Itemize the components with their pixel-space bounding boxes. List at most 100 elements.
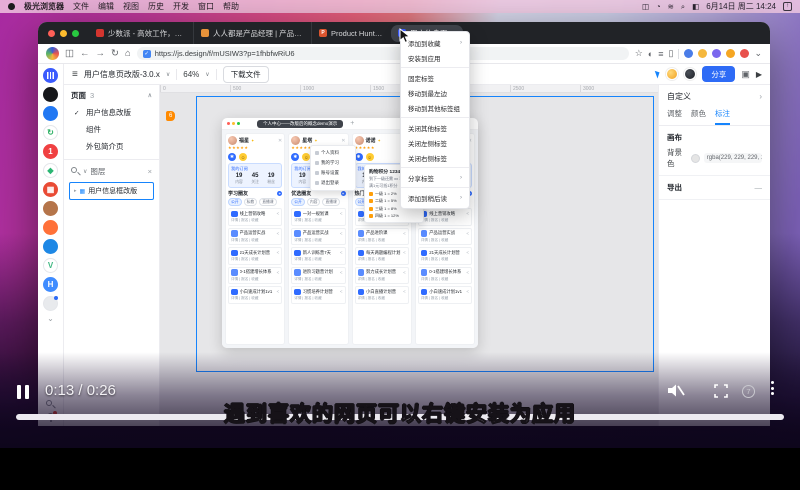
context-menu-item[interactable]: 关闭左侧标签 › [401, 135, 469, 150]
properties-tab[interactable]: 标注 [715, 108, 730, 125]
sidebar-site-icon[interactable] [43, 68, 58, 83]
context-menu-item[interactable]: 关闭其他标签 › [401, 117, 469, 135]
status-icon[interactable]: ⌕ [681, 3, 685, 11]
share-icon[interactable]: ↑ [783, 2, 792, 11]
filter-caret-icon[interactable]: ∨ [83, 168, 87, 175]
sidebar-site-icon[interactable] [43, 87, 58, 102]
extension-icon[interactable] [712, 49, 721, 58]
menu-item[interactable]: 历史 [148, 1, 164, 12]
menu-item[interactable]: 窗口 [198, 1, 214, 12]
share-button[interactable]: 分享 [702, 66, 735, 82]
sidebar-site-icon[interactable]: 1 [43, 144, 58, 159]
zoom-caret-icon[interactable]: ∨ [205, 71, 209, 78]
menu-item[interactable]: 开发 [173, 1, 189, 12]
sidebar-site-icon[interactable]: H [43, 277, 58, 292]
item-icon [421, 269, 428, 276]
browser-logo-icon[interactable] [46, 47, 59, 60]
chevron-down-icon[interactable]: ⌄ [47, 315, 54, 323]
layer-search-label[interactable]: 图层 [90, 166, 105, 177]
minimize-window-button[interactable] [60, 30, 67, 37]
context-menu-item[interactable]: 移动到其他标签组 › [401, 100, 469, 115]
submenu-arrow-icon: › [460, 40, 462, 46]
title-caret-icon[interactable]: ∨ [166, 71, 170, 78]
sidebar-site-icon[interactable]: V [43, 258, 58, 273]
reload-icon[interactable]: ↻ [111, 49, 119, 59]
back-icon[interactable]: ← [80, 49, 90, 59]
dark-mode-icon[interactable]: ◐ [648, 49, 653, 59]
list-icon[interactable]: ≡ [658, 49, 663, 59]
context-menu-item[interactable]: 关闭右侧标签 › [401, 150, 469, 165]
extension-icon[interactable] [684, 49, 693, 58]
forward-icon[interactable]: → [95, 49, 105, 59]
status-icon[interactable]: ◧ [692, 3, 699, 11]
menu-item[interactable]: 文件 [73, 1, 89, 12]
zoom-level[interactable]: 64% [183, 70, 199, 79]
extension-icon[interactable] [726, 49, 735, 58]
color-swatch[interactable] [691, 154, 700, 163]
menu-item[interactable]: 编辑 [98, 1, 114, 12]
browser-tab[interactable]: 少数派 - 高效工作，品质生活 [89, 22, 193, 44]
bookmark-star-icon[interactable]: ☆ [635, 48, 643, 59]
context-menu-item[interactable]: 分享标签 › [401, 167, 469, 185]
sidebar-toggle-icon[interactable]: ◫ [65, 49, 74, 59]
menu-bar-clock[interactable]: 6月14日 周二 14:24 [706, 1, 776, 12]
status-icon[interactable]: ◫ [642, 3, 649, 11]
browser-tab[interactable]: 人人都是产品经理 | 产品经理… [193, 22, 311, 44]
properties-tab[interactable]: 调整 [667, 108, 682, 125]
document-title[interactable]: 用户信息页改版-3.0.x [84, 69, 160, 80]
reader-mode-icon[interactable]: ▯ [669, 48, 674, 59]
context-menu-item[interactable]: 安装到应用 › [401, 50, 469, 65]
clear-search-icon[interactable]: × [148, 167, 152, 176]
player-more-icon[interactable] [771, 381, 774, 395]
expand-properties-icon[interactable]: › [759, 92, 762, 101]
player-badge[interactable]: 7 [742, 385, 755, 398]
sidebar-site-icon[interactable] [43, 201, 58, 216]
page-list-item[interactable]: 组件 [64, 121, 159, 138]
dropdown-item: 个人资料 [311, 148, 355, 158]
sidebar-site-icon[interactable] [43, 296, 58, 311]
browser-tab[interactable]: P Product Hunt – The best ne… [311, 22, 391, 44]
status-icon[interactable]: ≋ [668, 3, 674, 11]
present-play-icon[interactable]: ▶ [756, 70, 762, 79]
extension-icon[interactable] [698, 49, 707, 58]
status-icon[interactable]: ◔ [656, 3, 661, 11]
avatar[interactable] [666, 68, 678, 80]
sidebar-site-icon[interactable] [43, 239, 58, 254]
collapse-pages-icon[interactable]: ∧ [148, 92, 152, 99]
context-menu-item[interactable]: 添加到收藏 › [401, 35, 469, 50]
apple-logo-icon[interactable] [8, 3, 15, 10]
selected-layer-item[interactable]: ▸ ▦ 用户信息框改版 [69, 182, 154, 200]
home-icon[interactable]: ⌂ [125, 49, 131, 59]
sidebar-site-icon[interactable]: ↻ [43, 125, 58, 140]
context-menu-item[interactable]: 固定标签 › [401, 67, 469, 85]
pause-button[interactable] [17, 385, 29, 399]
collapse-export-icon[interactable]: — [755, 183, 763, 192]
more-extensions-icon[interactable]: ⌄ [754, 48, 762, 59]
extension-icon[interactable] [740, 49, 749, 58]
menu-app-name[interactable]: 极光浏览器 [24, 1, 64, 12]
properties-tab[interactable]: 颜色 [691, 108, 706, 125]
address-bar[interactable]: ✓ https://js.design/f/mUSIW3?p=1fhbfwRiU… [137, 47, 629, 60]
sidebar-site-icon[interactable] [43, 106, 58, 121]
context-menu-item[interactable]: 添加到稍后读 › [401, 187, 469, 205]
list-item: 每天两题编程计划 < 详情 | 报名 | 收藏 [355, 247, 409, 265]
sidebar-site-icon[interactable]: ▦ [43, 182, 58, 197]
menu-item[interactable]: 帮助 [223, 1, 239, 12]
close-window-button[interactable] [48, 30, 55, 37]
download-file-button[interactable]: 下载文件 [223, 66, 269, 83]
page-list-item[interactable]: ✓ 用户信息改版 [64, 104, 159, 121]
sidebar-site-icon[interactable] [43, 220, 58, 235]
hamburger-menu-icon[interactable]: ≡ [72, 69, 78, 80]
layer-search-icon[interactable] [71, 167, 80, 176]
notification-dot [54, 296, 58, 300]
security-shield-icon[interactable]: ✓ [143, 50, 151, 58]
image-export-icon[interactable]: ▣ [741, 69, 750, 80]
avatar[interactable] [684, 68, 696, 80]
context-menu-item[interactable]: 移动到最左边 › [401, 85, 469, 100]
expand-layer-icon[interactable]: ▸ [74, 188, 77, 194]
sidebar-site-icon[interactable]: ◆ [43, 163, 58, 178]
menu-item[interactable]: 视图 [123, 1, 139, 12]
color-value[interactable]: rgba(229, 229, 229, 1) [704, 153, 762, 163]
zoom-window-button[interactable] [72, 30, 79, 37]
page-list-item[interactable]: 外包简介页 [64, 138, 159, 155]
